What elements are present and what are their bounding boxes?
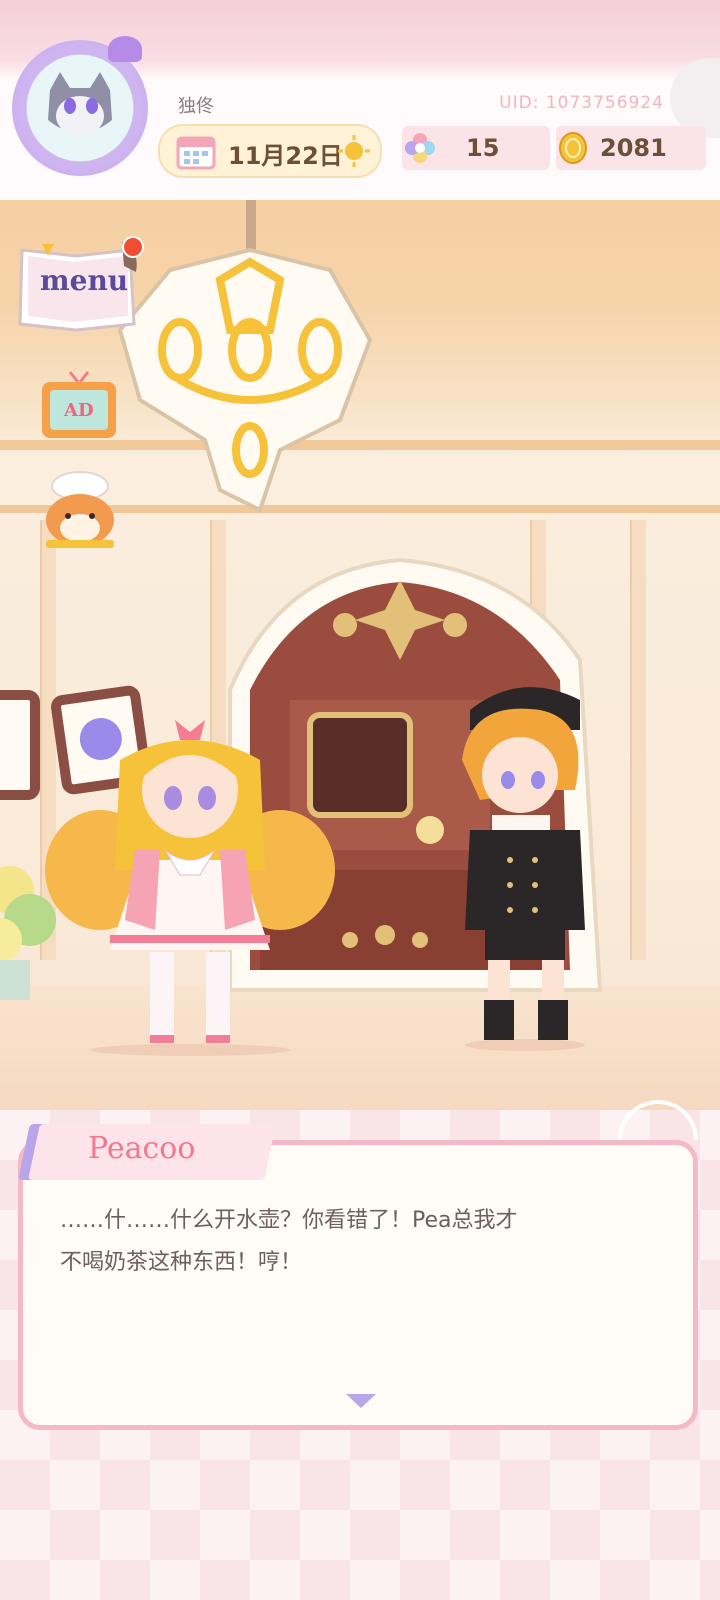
mushroom-icon bbox=[108, 36, 142, 62]
menu-button[interactable]: menu bbox=[18, 236, 144, 336]
character-peacoo[interactable] bbox=[40, 720, 340, 1060]
top-bar-scallop bbox=[0, 188, 720, 202]
coin-icon bbox=[559, 132, 587, 164]
player-avatar[interactable] bbox=[12, 36, 148, 176]
coin-counter[interactable]: 2081 bbox=[556, 126, 706, 170]
menu-label: menu bbox=[40, 264, 129, 297]
hamster-chef-button[interactable] bbox=[40, 470, 120, 550]
hamster-chef-icon bbox=[46, 471, 114, 548]
next-arrow-icon[interactable] bbox=[346, 1394, 376, 1408]
ad-label: AD bbox=[64, 400, 94, 421]
date-pill[interactable]: 11月22日 bbox=[158, 124, 382, 178]
dialog-text: ……什……什么开水壶？你看错了！Pea总我才 不喝奶茶这种东西！哼！ bbox=[60, 1208, 518, 1275]
wall-frame bbox=[0, 690, 40, 800]
coin-count: 2081 bbox=[600, 134, 667, 162]
sun-icon bbox=[338, 135, 370, 167]
gem-counter[interactable]: 15 bbox=[402, 126, 550, 170]
dialog-box[interactable] bbox=[18, 1140, 698, 1430]
calendar-icon bbox=[176, 136, 216, 170]
wall-panel bbox=[630, 520, 646, 960]
uid-label: UID: 1073756924 bbox=[499, 93, 664, 113]
avatar-cat-icon bbox=[48, 72, 112, 136]
ad-button[interactable]: AD bbox=[40, 370, 118, 440]
date-text: 11月22日 bbox=[228, 142, 343, 170]
gem-icon bbox=[405, 133, 435, 163]
speaker-name: Peacoo bbox=[88, 1131, 196, 1166]
character-boy[interactable] bbox=[440, 680, 610, 1060]
chandelier[interactable] bbox=[110, 200, 390, 520]
player-name: 独佟 bbox=[178, 96, 214, 117]
notification-dot bbox=[122, 236, 144, 258]
gem-count: 15 bbox=[466, 134, 500, 162]
